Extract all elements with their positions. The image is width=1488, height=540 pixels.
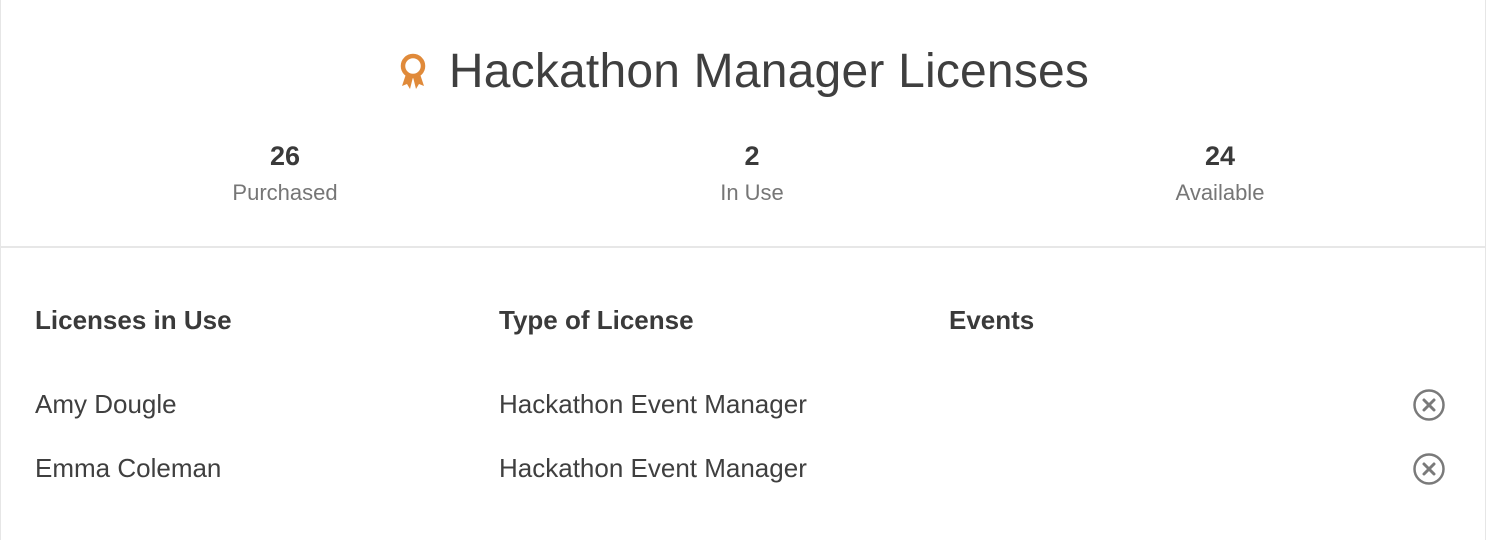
award-ribbon-icon	[397, 52, 429, 92]
stat-label: In Use	[720, 180, 784, 205]
column-header-type-of-license: Type of License	[499, 305, 694, 335]
column-header-licenses-in-use: Licenses in Use	[35, 305, 232, 335]
stat-label: Available	[1175, 180, 1265, 205]
stat-available: 24 Available	[1100, 138, 1340, 210]
licenses-panel: Hackathon Manager Licenses 26 Purchased …	[0, 0, 1486, 540]
stat-purchased: 26 Purchased	[165, 138, 405, 210]
stat-value: 24	[1204, 141, 1236, 171]
stat-value: 2	[744, 141, 760, 171]
table-row: Emma Coleman Hackathon Event Manager	[1, 448, 1485, 488]
remove-circle-icon[interactable]	[1411, 387, 1447, 423]
page-title: Hackathon Manager Licenses	[448, 45, 1090, 98]
title-row: Hackathon Manager Licenses	[1, 40, 1485, 104]
license-holder-name: Amy Dougle	[35, 389, 177, 419]
license-holder-name: Emma Coleman	[35, 453, 222, 483]
license-type: Hackathon Event Manager	[499, 389, 807, 419]
stat-value: 26	[269, 141, 301, 171]
license-type: Hackathon Event Manager	[499, 453, 807, 483]
column-header-events: Events	[949, 305, 1035, 335]
table-row: Amy Dougle Hackathon Event Manager	[1, 384, 1485, 424]
stat-label: Purchased	[232, 180, 338, 205]
licenses-header: Hackathon Manager Licenses 26 Purchased …	[1, 0, 1485, 248]
stat-in-use: 2 In Use	[632, 138, 872, 210]
remove-circle-icon[interactable]	[1411, 451, 1447, 487]
